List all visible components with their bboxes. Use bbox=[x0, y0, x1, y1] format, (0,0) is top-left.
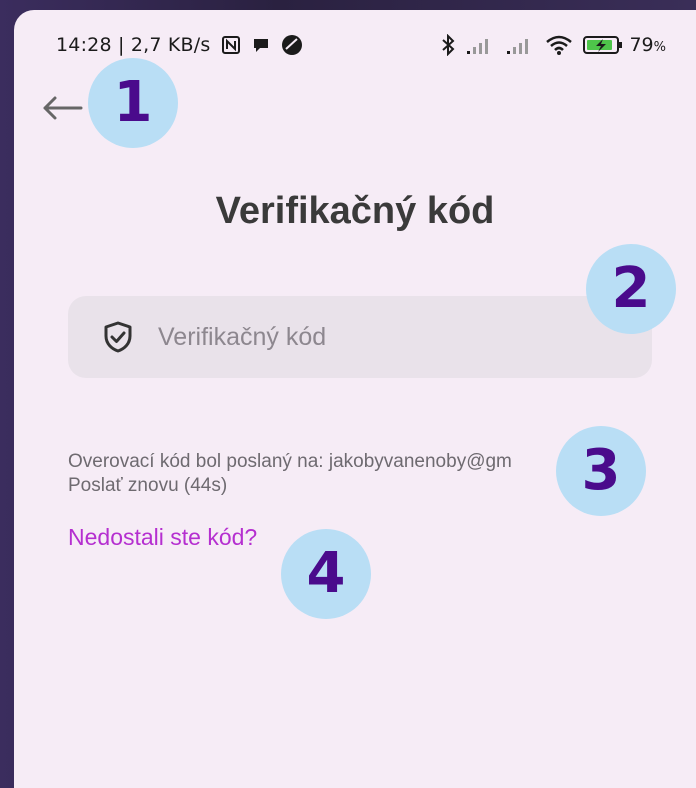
battery-percent: 79% bbox=[629, 34, 666, 56]
bluetooth-icon bbox=[441, 34, 455, 56]
wifi-icon bbox=[545, 34, 573, 56]
status-time-speed: 14:28 | 2,7 KB/s bbox=[56, 34, 211, 56]
annotation-badge-1: 1 bbox=[88, 58, 178, 148]
battery-icon bbox=[583, 34, 623, 56]
app-circle-icon bbox=[281, 34, 303, 56]
annotation-badge-2: 2 bbox=[586, 244, 676, 334]
signal-icon-2 bbox=[505, 35, 535, 55]
annotation-badge-3: 3 bbox=[556, 426, 646, 516]
verification-code-field[interactable] bbox=[68, 296, 652, 378]
device-frame: 14:28 | 2,7 KB/s 79% Verifikačný kód Ver… bbox=[0, 0, 696, 788]
back-button[interactable] bbox=[38, 90, 86, 126]
app-screen: 14:28 | 2,7 KB/s 79% Verifikačný kód Ver… bbox=[14, 10, 696, 788]
status-left: 14:28 | 2,7 KB/s bbox=[56, 34, 303, 56]
verification-code-input[interactable] bbox=[156, 321, 620, 353]
annotation-badge-4: 4 bbox=[281, 529, 371, 619]
status-right: 79% bbox=[431, 34, 666, 56]
didnt-receive-code-link[interactable]: Nedostali ste kód? bbox=[68, 524, 257, 551]
nfc-icon bbox=[221, 35, 241, 55]
shield-check-icon bbox=[100, 319, 136, 355]
signal-icon-1 bbox=[465, 35, 495, 55]
page-title: Verifikačný kód bbox=[215, 190, 495, 232]
chat-bubble-icon bbox=[251, 35, 271, 55]
arrow-left-icon bbox=[43, 96, 83, 120]
